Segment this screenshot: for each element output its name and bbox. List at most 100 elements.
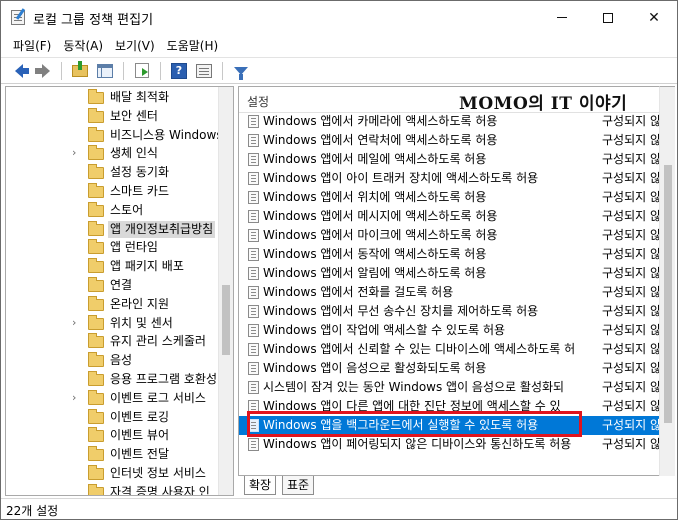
maximize-button[interactable] <box>585 1 631 34</box>
folder-icon <box>88 89 104 104</box>
tree-item[interactable]: 앱 개인정보취급방침 <box>6 220 219 239</box>
tree-item[interactable]: 설정 동기화 <box>6 163 219 182</box>
policy-row[interactable]: Windows 앱에서 메일에 액세스하도록 허용 구성되지 않 <box>239 150 659 169</box>
tree-item-label: 배달 최적화 <box>110 90 170 104</box>
tree-item-label: 유지 관리 스케줄러 <box>110 334 206 349</box>
tree-item-label: 스토어 <box>110 202 144 217</box>
forward-button[interactable] <box>32 61 54 81</box>
folder-icon <box>88 295 104 311</box>
tree-item[interactable]: 이벤트 뷰어 <box>6 426 219 445</box>
policy-row[interactable]: Windows 앱에서 전화를 걸도록 허용 구성되지 않 <box>239 283 659 302</box>
folder-up-icon <box>72 60 88 77</box>
folder-icon <box>88 107 104 123</box>
menu-file[interactable]: 파일(F) <box>7 37 57 54</box>
title-bar[interactable]: 로컬 그룹 정책 편집기 ✕ <box>1 1 677 34</box>
tree-item[interactable]: › 생체 인식 <box>6 144 219 163</box>
policy-name: Windows 앱에서 위치에 액세스하도록 허용 <box>263 190 487 204</box>
expand-chevron-icon[interactable]: › <box>72 391 82 404</box>
tree-item[interactable]: 응용 프로그램 호환성 <box>6 370 219 389</box>
tree-item[interactable]: 보안 센터 <box>6 107 219 126</box>
tree-item-label: 보안 센터 <box>110 108 158 123</box>
policy-row[interactable]: Windows 앱에서 알림에 액세스하도록 허용 구성되지 않 <box>239 264 659 283</box>
up-one-level-button[interactable] <box>69 60 91 81</box>
tree-item[interactable]: 앱 런타임 <box>6 238 219 257</box>
properties-view-button[interactable] <box>193 61 215 81</box>
tree-item[interactable]: 유지 관리 스케줄러 <box>6 332 219 351</box>
policy-state: 구성되지 않 <box>602 171 659 185</box>
tab-standard[interactable]: 표준 <box>282 476 315 495</box>
tree-item-label: 이벤트 로그 서비스 <box>110 390 206 405</box>
policy-row[interactable]: Windows 앱에서 신뢰할 수 있는 디바이스에 액세스하도록 허 구성되지 … <box>239 340 659 359</box>
list-scrollbar-thumb[interactable] <box>664 165 672 423</box>
column-header-setting[interactable]: 설정 <box>247 93 269 110</box>
close-button[interactable]: ✕ <box>631 1 677 34</box>
policy-state: 구성되지 않 <box>602 133 659 147</box>
tree-item[interactable]: 이벤트 전달 <box>6 445 219 464</box>
tree-scrollbar[interactable] <box>218 87 233 495</box>
tree-item[interactable]: › 이벤트 로그 서비스 <box>6 389 219 408</box>
policy-row[interactable]: Windows 앱에서 동작에 액세스하도록 허용 구성되지 않 <box>239 245 659 264</box>
tree-item[interactable]: 인터넷 정보 서비스 <box>6 464 219 483</box>
policy-row[interactable]: Windows 앱이 음성으로 활성화되도록 허용 구성되지 않 <box>239 359 659 378</box>
tree-scrollbar-thumb[interactable] <box>222 285 230 355</box>
filter-button[interactable] <box>230 61 252 81</box>
help-button[interactable]: ? <box>168 61 190 81</box>
policy-row[interactable]: Windows 앱에서 카메라에 액세스하도록 허용 구성되지 않 <box>239 112 659 131</box>
policy-setting-icon <box>248 229 259 242</box>
tree-item[interactable]: 음성 <box>6 351 219 370</box>
policy-row[interactable]: Windows 앱이 페어링되지 않은 디바이스와 통신하도록 허용 구성되지 않 <box>239 435 659 454</box>
tree-item[interactable]: 스마트 카드 <box>6 182 219 201</box>
folder-icon <box>88 314 104 330</box>
policy-row[interactable]: Windows 앱에서 무선 송수신 장치를 제어하도록 허용 구성되지 않 <box>239 302 659 321</box>
tree-item[interactable]: › 위치 및 센서 <box>6 314 219 333</box>
policy-row[interactable]: Windows 앱에서 위치에 액세스하도록 허용 구성되지 않 <box>239 188 659 207</box>
tree-item[interactable]: 온라인 지원 <box>6 295 219 314</box>
menu-help[interactable]: 도움말(H) <box>161 37 225 54</box>
tree-item[interactable]: 연결 <box>6 276 219 295</box>
tree-item-label: 앱 런타임 <box>110 240 158 255</box>
tree-item-label: 응용 프로그램 호환성 <box>110 372 217 386</box>
policy-name: Windows 앱에서 메시지에 액세스하도록 허용 <box>263 209 498 223</box>
console-tree: 배달 최적화보안 센터비즈니스용 Windows › 생체 인식설정 동기화스마트 … <box>5 86 234 496</box>
tree-item[interactable]: 스토어 <box>6 201 219 220</box>
policy-name: Windows 앱에서 무선 송수신 장치를 제어하도록 허용 <box>263 304 539 318</box>
folder-icon <box>88 201 104 217</box>
tree-item[interactable]: 배달 최적화 <box>6 88 219 107</box>
policy-state: 구성되지 않 <box>602 266 659 280</box>
folder-icon <box>88 220 104 236</box>
policy-row[interactable]: 시스템이 잠겨 있는 동안 Windows 앱이 음성으로 활성화되 구성되지 않 <box>239 378 659 397</box>
tree-item-label: 설정 동기화 <box>110 165 170 180</box>
tree-item-label: 이벤트 뷰어 <box>110 428 170 443</box>
show-hide-tree-button[interactable] <box>94 61 116 81</box>
tree-item-label: 비즈니스용 Windows <box>110 127 223 142</box>
minimize-button[interactable] <box>539 1 585 34</box>
list-scrollbar[interactable] <box>659 86 675 476</box>
back-button[interactable] <box>7 61 29 81</box>
policy-row[interactable]: Windows 앱이 작업에 액세스할 수 있도록 허용 구성되지 않 <box>239 321 659 340</box>
tree-item[interactable]: 비즈니스용 Windows <box>6 126 223 145</box>
policy-setting-icon <box>248 267 259 280</box>
menu-action[interactable]: 동작(A) <box>57 37 109 54</box>
export-icon <box>135 63 149 78</box>
tree-item[interactable]: 앱 패키지 배포 <box>6 257 219 276</box>
policy-row[interactable]: Windows 앱이 아이 트래커 장치에 액세스하도록 허용 구성되지 않 <box>239 169 659 188</box>
expand-chevron-icon[interactable]: › <box>72 316 82 329</box>
policy-state: 구성되지 않 <box>602 361 659 375</box>
tab-extended[interactable]: 확장 <box>244 476 277 495</box>
view-icon <box>196 63 212 78</box>
list-header: 설정 MOMO의 IT 이야기 <box>239 87 659 114</box>
policy-row[interactable]: Windows 앱에서 마이크에 액세스하도록 허용 구성되지 않 <box>239 226 659 245</box>
policy-row[interactable]: Windows 앱에서 메시지에 액세스하도록 허용 구성되지 않 <box>239 207 659 226</box>
tree-item[interactable]: 자격 증명 사용자 인 <box>6 483 219 495</box>
status-bar: 22개 설정 <box>1 498 677 519</box>
policy-state: 구성되지 않 <box>602 399 659 413</box>
menu-view[interactable]: 보기(V) <box>109 37 161 54</box>
folder-icon <box>88 427 104 443</box>
tree-item[interactable]: 이벤트 로깅 <box>6 408 219 427</box>
policy-row[interactable]: Windows 앱에서 연락처에 액세스하도록 허용 구성되지 않 <box>239 131 659 150</box>
expand-chevron-icon[interactable]: › <box>72 147 82 159</box>
toolbar-separator <box>123 61 124 80</box>
policy-state: 구성되지 않 <box>602 437 659 451</box>
policy-name: 시스템이 잠겨 있는 동안 Windows 앱이 음성으로 활성화되 <box>263 380 565 394</box>
export-list-button[interactable] <box>131 61 153 81</box>
